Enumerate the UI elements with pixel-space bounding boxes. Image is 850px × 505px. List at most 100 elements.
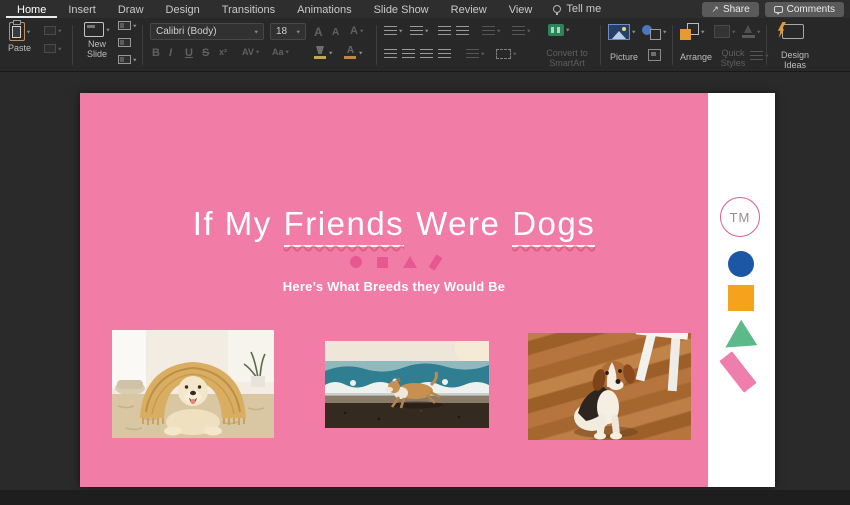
share-icon: [711, 4, 719, 15]
decorative-shapes-row[interactable]: [80, 253, 708, 271]
square-shape[interactable]: [377, 257, 388, 268]
format-painter-icon: [44, 26, 56, 35]
design-ideas-button[interactable]: [782, 24, 804, 39]
grow-font-button[interactable]: A: [314, 25, 323, 39]
comment-bubble-icon: [774, 6, 783, 13]
slide-pink-background[interactable]: If MyFriendsWereDogs Here’s What Breeds …: [80, 93, 708, 487]
photo-album-button[interactable]: [648, 49, 661, 61]
panel-pink-rectangle[interactable]: [719, 351, 756, 392]
new-slide-label: New Slide: [80, 39, 114, 59]
italic-button[interactable]: I: [169, 47, 172, 59]
chevron-down-icon: [757, 28, 761, 34]
shape-fill-button[interactable]: [742, 25, 761, 38]
share-button[interactable]: Share: [702, 2, 758, 17]
shrink-font-button[interactable]: A: [332, 27, 339, 38]
menu-home[interactable]: Home: [6, 1, 57, 18]
menu-slide-show[interactable]: Slide Show: [363, 1, 440, 18]
arrange-button[interactable]: [680, 23, 705, 40]
align-left-button[interactable]: [384, 49, 397, 58]
insert-shapes-button[interactable]: [642, 24, 667, 40]
underline-icon: U: [185, 47, 193, 59]
justify-button[interactable]: [438, 49, 451, 58]
photo-dog-under-blanket[interactable]: [112, 330, 274, 438]
panel-green-triangle[interactable]: [723, 318, 758, 348]
picture-label: Picture: [606, 52, 642, 62]
chevron-down-icon: [360, 28, 364, 34]
layout-button[interactable]: [118, 21, 137, 30]
convert-smartart-button[interactable]: [548, 24, 570, 36]
circle-shape[interactable]: [350, 256, 362, 268]
chevron-down-icon: [329, 50, 333, 56]
increase-indent-button[interactable]: [456, 26, 469, 35]
panel-blue-circle[interactable]: [728, 251, 754, 277]
tm-logo-badge[interactable]: TM: [720, 197, 760, 237]
strikethrough-icon: S: [202, 47, 209, 59]
menu-review[interactable]: Review: [440, 1, 498, 18]
bullets-button[interactable]: [384, 26, 403, 35]
quick-styles-button[interactable]: [714, 25, 736, 38]
paste-label: Paste: [8, 43, 31, 53]
reset-layout-button[interactable]: [118, 38, 131, 47]
share-label: Share: [723, 4, 750, 15]
arrange-label: Arrange: [676, 52, 716, 62]
font-name-value: Calibri (Body): [156, 26, 217, 37]
underline-button[interactable]: U: [185, 47, 193, 59]
tilted-rectangle-shape[interactable]: [428, 254, 442, 270]
select-tool-button[interactable]: [44, 44, 62, 53]
title-text: If My: [193, 205, 272, 242]
align-right-button[interactable]: [420, 49, 433, 58]
text-direction-button[interactable]: [482, 26, 501, 35]
highlight-color-button[interactable]: [314, 46, 333, 60]
menu-view[interactable]: View: [498, 1, 544, 18]
menu-bar: Home Insert Draw Design Transitions Anim…: [0, 0, 850, 18]
chevron-down-icon: [133, 56, 137, 62]
menu-animations[interactable]: Animations: [286, 1, 362, 18]
photo-beagle-looking-up[interactable]: [528, 333, 691, 440]
character-spacing-button[interactable]: AV: [242, 47, 259, 57]
character-spacing-icon: AV: [242, 47, 254, 57]
shape-effects-icon: [750, 51, 763, 60]
design-ideas-icon: [782, 24, 804, 39]
align-text-button[interactable]: [512, 26, 531, 35]
triangle-shape[interactable]: [403, 256, 417, 268]
bold-button[interactable]: B: [152, 47, 160, 59]
smartart-icon: [548, 24, 564, 36]
font-color-icon: A: [344, 46, 357, 60]
tell-me[interactable]: Tell me: [553, 3, 601, 15]
superscript-button[interactable]: x²: [219, 47, 227, 57]
menu-draw[interactable]: Draw: [107, 1, 155, 18]
photo-album-icon: [648, 49, 661, 61]
new-slide-button[interactable]: New Slide: [80, 22, 114, 59]
align-center-button[interactable]: [402, 49, 415, 58]
numbering-button[interactable]: [410, 26, 429, 35]
strikethrough-button[interactable]: S: [202, 47, 209, 59]
section-button[interactable]: [118, 55, 137, 64]
text-box-button[interactable]: [496, 49, 517, 59]
chevron-down-icon: [254, 28, 258, 34]
slide-canvas[interactable]: If MyFriendsWereDogs Here’s What Breeds …: [80, 93, 775, 487]
clear-formatting-button[interactable]: A: [350, 25, 363, 37]
chevron-down-icon: [58, 45, 62, 51]
font-color-button[interactable]: A: [344, 46, 363, 60]
decrease-indent-button[interactable]: [438, 26, 451, 35]
bullets-icon: [384, 26, 397, 35]
photo-dog-running-on-beach[interactable]: [325, 341, 489, 428]
slide-subtitle[interactable]: Here’s What Breeds they Would Be: [80, 279, 708, 294]
chevron-down-icon: [256, 49, 260, 55]
paste-button[interactable]: Paste: [8, 22, 31, 53]
insert-picture-button[interactable]: [608, 24, 636, 40]
font-size-select[interactable]: 18: [270, 23, 306, 40]
format-painter-button[interactable]: [44, 26, 62, 35]
slide-title[interactable]: If MyFriendsWereDogs: [80, 205, 708, 243]
chevron-down-icon: [106, 26, 110, 32]
font-name-select[interactable]: Calibri (Body): [150, 23, 264, 40]
line-spacing-button[interactable]: [466, 49, 485, 58]
comments-button[interactable]: Comments: [765, 2, 844, 17]
menu-transitions[interactable]: Transitions: [211, 1, 286, 18]
panel-orange-square[interactable]: [728, 285, 754, 311]
chevron-down-icon: [732, 28, 736, 34]
convert-smartart-label: Convert to SmartArt: [536, 48, 598, 68]
menu-design[interactable]: Design: [155, 1, 211, 18]
change-case-button[interactable]: Aa: [272, 47, 289, 57]
menu-insert[interactable]: Insert: [57, 1, 107, 18]
